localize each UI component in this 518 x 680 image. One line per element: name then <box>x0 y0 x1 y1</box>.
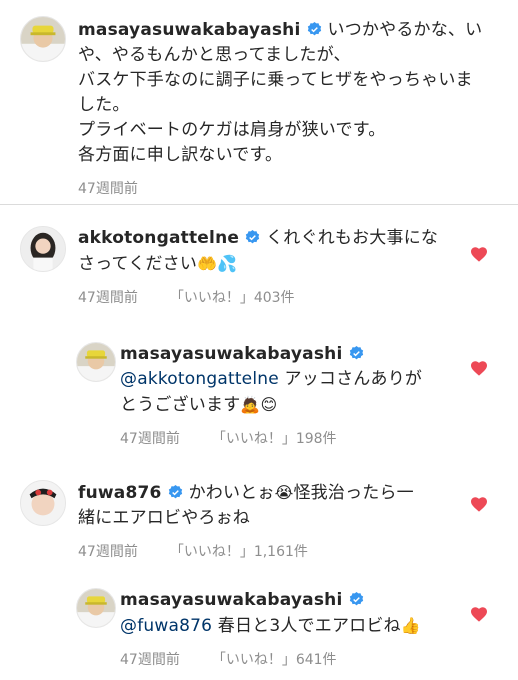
avatar[interactable] <box>20 480 66 526</box>
username[interactable]: masayasuwakabayashi <box>78 20 301 40</box>
comment-text: 春日と3人でエアロビね <box>212 616 401 636</box>
comment-line: 緒にエアロビやろぉね <box>78 506 414 531</box>
heart-icon[interactable] <box>470 496 488 512</box>
caption-text: バスケ下手なのに調子に乗ってヒザをやっちゃいま <box>78 70 473 90</box>
mention-link[interactable]: @fuwa876 <box>120 616 212 636</box>
comment-meta: 47週間前 「いいね！」403件 <box>78 287 438 307</box>
caption-text: した。 <box>78 95 130 115</box>
timestamp: 47週間前 <box>78 544 138 560</box>
likes-count[interactable]: 「いいね！」198件 <box>212 431 337 447</box>
verified-badge-icon <box>349 592 364 607</box>
avatar[interactable] <box>20 226 66 272</box>
comment-line: @fuwa876 春日と3人でエアロビね👍 <box>120 613 421 639</box>
heart-icon[interactable] <box>470 606 488 622</box>
caption-text: プライベートのケガは肩身が狭いです。 <box>78 120 386 140</box>
comment-text: さってください <box>78 254 198 274</box>
comment-meta: 47週間前 「いいね！」1,161件 <box>78 541 414 561</box>
comment-text: 怪我治ったら一 <box>293 483 414 503</box>
comment-line: @akkotongattelne アッコさんありが <box>120 367 422 392</box>
hands-emoji-icon: 🤲💦 <box>197 254 238 273</box>
timestamp: 47週間前 <box>120 652 180 668</box>
mention-link[interactable]: @akkotongattelne <box>120 369 279 389</box>
avatar[interactable] <box>76 588 116 628</box>
username[interactable]: fuwa876 <box>78 483 162 503</box>
comment-meta: 47週間前 「いいね！」198件 <box>120 428 422 448</box>
comment-text: アッコさんありが <box>278 369 423 389</box>
heart-icon[interactable] <box>470 360 488 376</box>
likes-count[interactable]: 「いいね！」403件 <box>170 290 295 306</box>
comment-line: さってください🤲💦 <box>78 251 438 277</box>
comment-line: fuwa876 かわいとぉ😭怪我治ったら一 <box>78 480 414 506</box>
heart-icon[interactable] <box>470 246 488 262</box>
verified-badge-icon <box>349 346 364 361</box>
thumbs-up-emoji-icon: 👍 <box>400 616 421 635</box>
username[interactable]: akkotongattelne <box>78 228 239 248</box>
timestamp: 47週間前 <box>78 181 138 197</box>
caption-line-1: masayasuwakabayashi いつかやるかな、い <box>78 18 482 43</box>
comment-meta: 47週間前 「いいね！」641件 <box>120 649 421 669</box>
caption-text: や、やるもんかと思ってましたが、 <box>78 45 351 65</box>
verified-badge-icon <box>168 485 183 500</box>
caption-text: いつかやるかな、い <box>327 20 483 40</box>
likes-count[interactable]: 「いいね！」1,161件 <box>170 544 308 560</box>
comment-line: akkotongattelne くれぐれもお大事にな <box>78 226 438 251</box>
caption-text: 各方面に申し訳ないです。 <box>78 145 283 165</box>
comment-text: くれぐれもお大事にな <box>266 228 439 248</box>
timestamp: 47週間前 <box>120 431 180 447</box>
bow-smile-emoji-icon: 🙇😊 <box>240 395 278 414</box>
username[interactable]: masayasuwakabayashi <box>120 344 343 364</box>
comment-line: masayasuwakabayashi <box>120 342 422 367</box>
crying-emoji-icon: 😭 <box>274 483 294 502</box>
divider <box>0 204 518 205</box>
timestamp: 47週間前 <box>78 290 138 306</box>
comment-line: とうございます🙇😊 <box>120 392 422 418</box>
verified-badge-icon <box>307 22 322 37</box>
avatar[interactable] <box>76 342 116 382</box>
comment-meta: 47週間前 <box>78 178 482 198</box>
username[interactable]: masayasuwakabayashi <box>120 590 343 610</box>
avatar[interactable] <box>20 16 66 62</box>
comment-line: masayasuwakabayashi <box>120 588 421 613</box>
comment-text: とうございます <box>120 395 241 415</box>
verified-badge-icon <box>245 230 260 245</box>
comment-text: かわいとぉ <box>188 483 275 503</box>
likes-count[interactable]: 「いいね！」641件 <box>212 652 337 668</box>
comment-text: 緒にエアロビやろぉね <box>78 508 250 528</box>
